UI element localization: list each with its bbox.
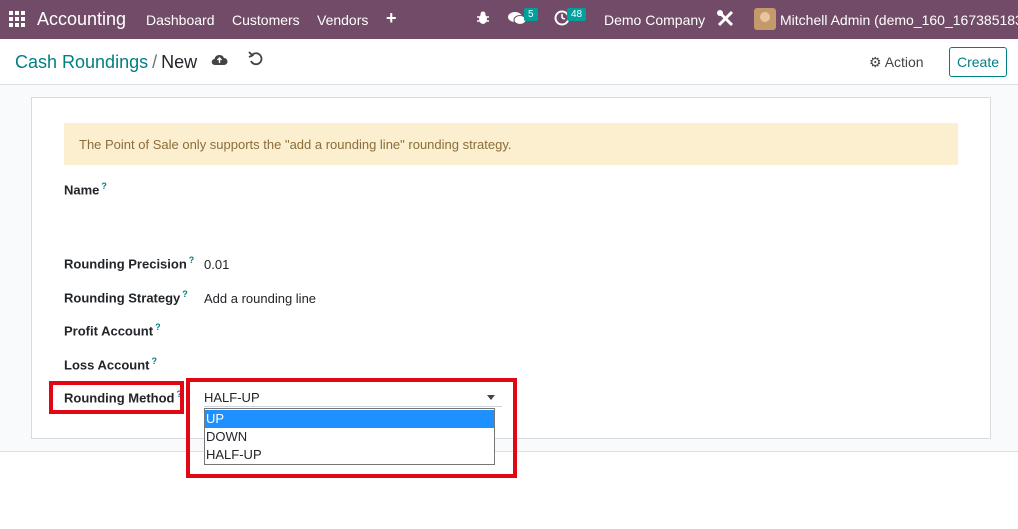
breadcrumb-parent-link[interactable]: Cash Roundings [15, 52, 148, 72]
app-brand[interactable]: Accounting [37, 9, 126, 30]
highlight-box-label [49, 381, 184, 414]
gear-icon: ⚙ [869, 54, 882, 70]
action-label: Action [884, 54, 924, 70]
help-tooltip-marker[interactable]: ? [189, 255, 195, 265]
save-cloud-icon[interactable] [211, 53, 228, 70]
user-menu[interactable]: Mitchell Admin (demo_160_1673851836) [780, 12, 1018, 28]
settings-tools-icon[interactable] [716, 9, 735, 32]
rounding-precision-label: Rounding Precision? [64, 255, 195, 272]
pos-warning-alert: The Point of Sale only supports the "add… [64, 123, 958, 165]
highlight-box-select [186, 378, 517, 478]
menu-customers[interactable]: Customers [232, 12, 300, 28]
company-switcher[interactable]: Demo Company [604, 12, 705, 28]
rounding-strategy-field[interactable]: Add a rounding line [204, 291, 316, 306]
help-tooltip-marker[interactable]: ? [182, 289, 188, 299]
name-label: Name? [64, 181, 107, 198]
action-menu-button[interactable]: ⚙ Action [869, 54, 924, 71]
breadcrumb: Cash Roundings / New [15, 52, 197, 73]
apps-menu-icon[interactable] [9, 11, 25, 27]
loss-account-label: Loss Account? [64, 356, 157, 373]
help-tooltip-marker[interactable]: ? [155, 322, 161, 332]
menu-vendors[interactable]: Vendors [317, 12, 368, 28]
activity-count-badge: 48 [567, 8, 587, 21]
menu-plus-icon[interactable]: + [386, 8, 397, 29]
discard-undo-icon[interactable] [248, 51, 263, 71]
rounding-precision-field[interactable]: 0.01 [204, 257, 229, 272]
help-tooltip-marker[interactable]: ? [101, 181, 107, 191]
top-navbar: Accounting Dashboard Customers Vendors +… [0, 0, 1018, 39]
breadcrumb-current: New [161, 52, 198, 72]
debug-bug-icon[interactable] [476, 10, 490, 30]
profit-account-label: Profit Account? [64, 322, 161, 339]
breadcrumb-separator: / [152, 52, 158, 72]
user-avatar[interactable] [754, 8, 776, 30]
create-button[interactable]: Create [949, 47, 1007, 77]
help-tooltip-marker[interactable]: ? [151, 356, 157, 366]
menu-dashboard[interactable]: Dashboard [146, 12, 215, 28]
chat-count-badge: 5 [524, 8, 538, 21]
rounding-strategy-label: Rounding Strategy? [64, 289, 188, 306]
control-panel: Cash Roundings / New ⚙ Action Create [0, 39, 1018, 85]
